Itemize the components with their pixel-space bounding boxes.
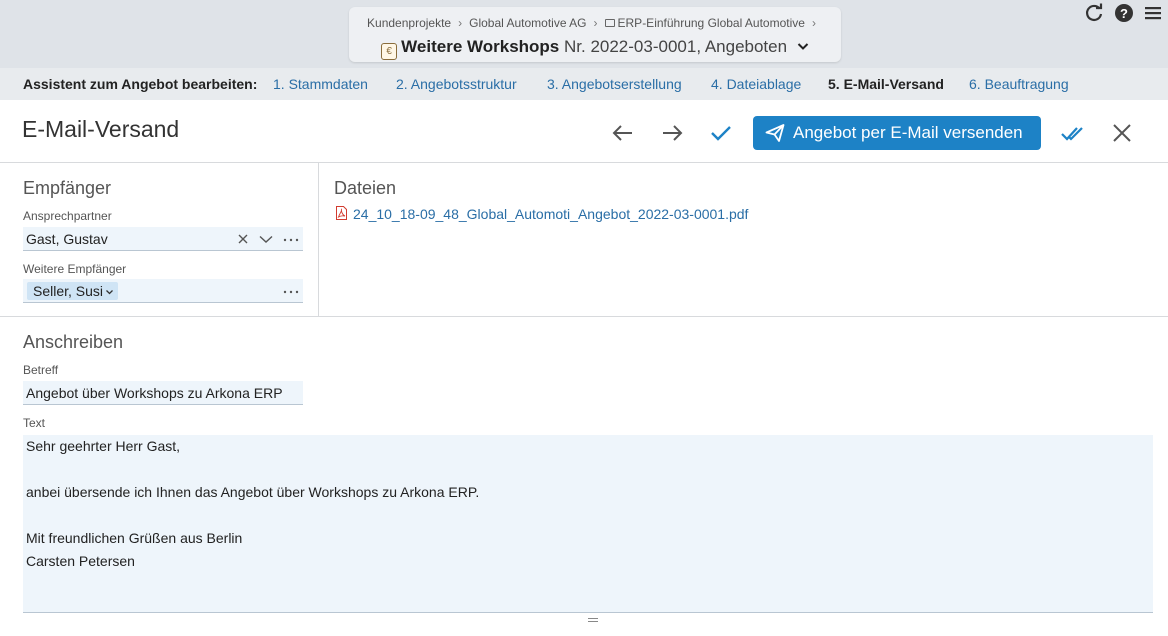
contact-label: Ansprechpartner — [23, 209, 112, 223]
top-header: Kundenprojekte › Global Automotive AG › ERP-… — [0, 0, 1168, 68]
wizard-step-email-versand: 5. E-Mail-Versand — [828, 76, 944, 92]
subject-input[interactable]: Angebot über Workshops zu Arkona ERP — [23, 381, 303, 405]
wizard-step-stammdaten[interactable]: 1. Stammdaten — [273, 76, 368, 92]
more-options-icon[interactable] — [282, 282, 300, 300]
files-heading: Dateien — [334, 178, 397, 198]
record-number-status: Nr. 2022-03-0001, Angeboten — [564, 37, 788, 56]
breadcrumb-separator: › — [458, 16, 463, 30]
chevron-down-icon[interactable] — [257, 230, 275, 248]
breadcrumb-separator: › — [593, 16, 598, 30]
more-options-icon[interactable] — [282, 230, 300, 248]
breadcrumb-item-project[interactable]: ERP-Einführung Global Automotive — [618, 16, 805, 30]
text-label: Text — [23, 416, 46, 430]
recipient-chip-label: Seller, Susi — [33, 283, 104, 299]
folder-icon — [604, 19, 615, 27]
recipients-heading: Empfänger — [23, 178, 112, 198]
file-link[interactable]: 24_10_18-09_48_Global_Automoti_Angebot_2… — [353, 206, 748, 222]
arrow-left-icon[interactable] — [610, 120, 636, 146]
recipient-chip[interactable]: Seller, Susi — [27, 282, 119, 300]
check-icon[interactable] — [708, 120, 734, 146]
close-icon[interactable] — [1109, 120, 1135, 146]
message-textarea[interactable]: Sehr geehrter Herr Gast, anbei übersende… — [23, 435, 1153, 613]
chevron-down-icon[interactable] — [797, 42, 809, 51]
more-recipients-label: Weitere Empfänger — [23, 262, 127, 276]
subject-value: Angebot über Workshops zu Arkona ERP — [26, 385, 283, 401]
contact-field[interactable]: Gast, Gustav — [23, 227, 303, 251]
paper-plane-icon — [765, 124, 785, 142]
record-title[interactable]: € Weitere Workshops Nr. 2022-03-0001, Ang… — [349, 37, 841, 60]
send-offer-email-label: Angebot per E-Mail versenden — [793, 123, 1023, 142]
send-offer-email-button[interactable]: Angebot per E-Mail versenden — [753, 116, 1041, 150]
pdf-file-icon — [336, 206, 347, 220]
resize-handle[interactable] — [588, 618, 598, 624]
divider — [318, 162, 319, 316]
message-line: Carsten Petersen — [26, 553, 135, 569]
menu-icon[interactable] — [1144, 3, 1162, 23]
more-recipients-field[interactable]: Seller, Susi — [23, 279, 303, 303]
divider — [0, 316, 1168, 317]
wizard-step-beauftragung[interactable]: 6. Beauftragung — [969, 76, 1069, 92]
message-line: Mit freundlichen Grüßen aus Berlin — [26, 530, 243, 546]
chevron-down-icon[interactable] — [105, 288, 114, 296]
subject-label: Betreff — [23, 363, 59, 377]
message-line — [26, 462, 1150, 485]
breadcrumb: Kundenprojekte › Global Automotive AG › ERP-… — [349, 16, 841, 30]
wizard-steps-bar: Assistent zum Angebot bearbeiten: 1. Sta… — [0, 68, 1168, 100]
message-line: anbei übersende ich Ihnen das Angebot üb… — [26, 484, 480, 500]
message-line: Sehr geehrter Herr Gast, — [26, 438, 181, 454]
double-check-icon[interactable] — [1060, 120, 1086, 146]
record-header-card: Kundenprojekte › Global Automotive AG › ERP-… — [349, 7, 841, 62]
offer-document-icon: € — [381, 43, 398, 60]
breadcrumb-separator: › — [811, 16, 816, 30]
contact-value: Gast, Gustav — [26, 231, 108, 247]
divider — [0, 162, 1168, 163]
help-icon[interactable]: ? — [1114, 3, 1134, 23]
wizard-step-dateiablage[interactable]: 4. Dateiablage — [711, 76, 801, 92]
wizard-step-angebotsstruktur[interactable]: 2. Angebotsstruktur — [396, 76, 517, 92]
page-title: E-Mail-Versand — [22, 116, 180, 142]
record-name: Weitere Workshops — [401, 37, 560, 56]
breadcrumb-item-customer-projects[interactable]: Kundenprojekte — [367, 16, 451, 30]
top-right-icons: ? — [1084, 3, 1162, 23]
breadcrumb-item-customer[interactable]: Global Automotive AG — [469, 16, 586, 30]
arrow-right-icon[interactable] — [659, 120, 685, 146]
message-line — [26, 508, 1150, 531]
clear-icon[interactable] — [234, 230, 252, 248]
letter-heading: Anschreiben — [23, 332, 124, 352]
refresh-icon[interactable] — [1084, 3, 1104, 23]
svg-text:?: ? — [1120, 6, 1128, 21]
wizard-label: Assistent zum Angebot bearbeiten: — [23, 76, 258, 92]
wizard-step-angebotserstellung[interactable]: 3. Angebotserstellung — [547, 76, 682, 92]
